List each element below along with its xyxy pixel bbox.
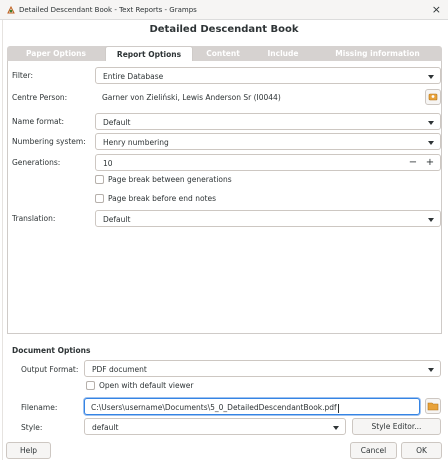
document-options-heading: Document Options <box>12 346 91 355</box>
output-format-label: Output Format: <box>21 365 79 374</box>
open-default-viewer-label: Open with default viewer <box>99 381 194 390</box>
chevron-down-icon <box>428 141 434 145</box>
filename-input[interactable]: C:\Users\username\Documents\5_0_Detailed… <box>84 398 420 415</box>
tab-content[interactable]: Content <box>193 46 253 61</box>
tab-missing-information[interactable]: Missing information <box>313 46 442 61</box>
help-button[interactable]: Help <box>6 442 51 459</box>
chevron-down-icon <box>428 218 434 222</box>
dialog-heading: Detailed Descendant Book <box>149 24 299 35</box>
filename-value: C:\Users\username\Documents\5_0_Detailed… <box>91 403 337 412</box>
style-select[interactable]: default <box>84 418 346 435</box>
increment-button[interactable]: + <box>422 155 438 172</box>
generations-label: Generations: <box>12 158 61 167</box>
browse-folder-button[interactable] <box>425 398 441 414</box>
page-break-endnotes-label: Page break before end notes <box>108 194 216 203</box>
style-value: default <box>92 423 119 432</box>
decrement-button[interactable]: − <box>405 155 421 172</box>
open-default-viewer-checkbox[interactable] <box>86 381 95 390</box>
chevron-down-icon <box>428 75 434 79</box>
name-format-select[interactable]: Default <box>95 113 441 130</box>
style-label: Style: <box>21 423 43 432</box>
page-break-endnotes-checkbox[interactable] <box>95 194 104 203</box>
translation-value: Default <box>103 215 131 224</box>
chevron-down-icon <box>428 368 434 372</box>
tab-include[interactable]: Include <box>253 46 313 61</box>
page-break-generations-checkbox[interactable] <box>95 175 104 184</box>
cancel-button[interactable]: Cancel <box>350 442 397 459</box>
generations-spinner[interactable]: 10 − + <box>95 154 441 171</box>
window-left-edge <box>0 20 3 460</box>
ok-button[interactable]: OK <box>401 442 442 459</box>
text-cursor <box>337 403 339 413</box>
filename-label: Filename: <box>21 403 58 412</box>
generations-value: 10 <box>103 159 113 168</box>
numbering-system-label: Numbering system: <box>12 137 86 146</box>
style-editor-button[interactable]: Style Editor... <box>352 418 441 435</box>
window-titlebar[interactable]: Detailed Descendant Book - Text Reports … <box>0 0 448 20</box>
close-icon[interactable]: × <box>432 4 441 15</box>
chevron-down-icon <box>428 121 434 125</box>
numbering-system-value: Henry numbering <box>103 138 169 147</box>
centre-person-value: Garner von Zieliński, Lewis Anderson Sr … <box>102 93 281 102</box>
filter-select[interactable]: Entire Database <box>95 67 441 84</box>
filter-label: Filter: <box>12 71 33 80</box>
chevron-down-icon <box>333 426 339 430</box>
folder-icon <box>427 402 439 411</box>
page-break-generations-label: Page break between generations <box>108 175 232 184</box>
numbering-system-select[interactable]: Henry numbering <box>95 133 441 150</box>
filter-value: Entire Database <box>103 72 164 81</box>
tab-paper-options[interactable]: Paper Options <box>7 46 105 61</box>
translation-label: Translation: <box>12 214 56 223</box>
centre-person-label: Centre Person: <box>12 93 68 102</box>
name-format-value: Default <box>103 118 131 127</box>
gramps-app-icon <box>7 5 15 14</box>
select-person-button[interactable] <box>425 89 441 105</box>
translation-select[interactable]: Default <box>95 210 441 227</box>
name-format-label: Name format: <box>12 117 65 126</box>
tab-bar: Paper Options Report Options Content Inc… <box>7 46 442 61</box>
output-format-select[interactable]: PDF document <box>84 360 441 377</box>
output-format-value: PDF document <box>92 365 147 374</box>
person-select-icon <box>428 93 438 101</box>
tab-report-options[interactable]: Report Options <box>105 46 193 61</box>
window-title: Detailed Descendant Book - Text Reports … <box>19 6 197 14</box>
